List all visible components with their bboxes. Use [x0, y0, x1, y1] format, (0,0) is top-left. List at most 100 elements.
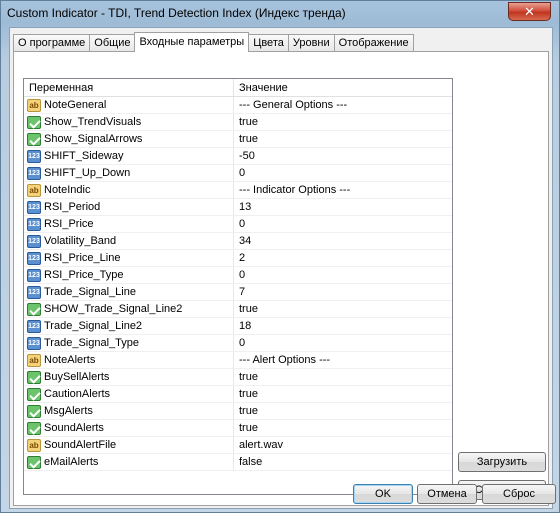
bool-icon — [27, 421, 41, 435]
value-cell[interactable]: 13 — [234, 199, 452, 215]
bool-icon — [27, 115, 41, 129]
close-button[interactable]: ✕ — [508, 2, 551, 21]
variable-name: SoundAlertFile — [44, 439, 117, 451]
value-cell[interactable]: 18 — [234, 318, 452, 334]
value-cell[interactable]: --- General Options --- — [234, 97, 452, 113]
variable-name: RSI_Price — [44, 218, 94, 230]
ok-button[interactable]: OK — [353, 484, 413, 504]
variable-name: Trade_Signal_Type — [44, 337, 139, 349]
value-cell[interactable]: true — [234, 131, 452, 147]
tab-levels[interactable]: Уровни — [287, 34, 335, 52]
table-row[interactable]: 123 Trade_Signal_Type 0 — [24, 335, 452, 352]
value-cell[interactable]: 0 — [234, 267, 452, 283]
variable-cell: 123 SHIFT_Up_Down — [24, 165, 234, 181]
bool-icon — [27, 370, 41, 384]
value-cell[interactable]: 7 — [234, 284, 452, 300]
variable-cell: CautionAlerts — [24, 386, 234, 402]
number-icon: 123 — [27, 251, 41, 265]
tab-about[interactable]: О программе — [13, 34, 91, 52]
table-row[interactable]: eMailAlerts false — [24, 454, 452, 471]
variable-name: NoteGeneral — [44, 99, 107, 111]
value-cell[interactable]: true — [234, 301, 452, 317]
variable-cell: SoundAlerts — [24, 420, 234, 436]
value-cell[interactable]: false — [234, 454, 452, 470]
number-icon: 123 — [27, 336, 41, 350]
variable-name: RSI_Price_Line — [44, 252, 121, 264]
variable-name: RSI_Period — [44, 201, 101, 213]
parameters-grid: Переменная Значение ab NoteGeneral --- Gen… — [23, 78, 453, 495]
variable-cell: 123 Volatility_Band — [24, 233, 234, 249]
value-cell[interactable]: -50 — [234, 148, 452, 164]
table-row[interactable]: MsgAlerts true — [24, 403, 452, 420]
table-row[interactable]: 123 RSI_Price_Type 0 — [24, 267, 452, 284]
tab-colors[interactable]: Цвета — [248, 34, 289, 52]
table-row[interactable]: Show_SignalArrows true — [24, 131, 452, 148]
number-icon: 123 — [27, 200, 41, 214]
title-bar: Custom Indicator - TDI, Trend Detection … — [1, 1, 560, 25]
table-row[interactable]: 123 RSI_Price 0 — [24, 216, 452, 233]
variable-name: RSI_Price_Type — [44, 269, 124, 281]
value-cell[interactable]: true — [234, 369, 452, 385]
table-row[interactable]: 123 RSI_Price_Line 2 — [24, 250, 452, 267]
variable-cell: 123 RSI_Period — [24, 199, 234, 215]
bool-icon — [27, 387, 41, 401]
inputs-panel: Переменная Значение ab NoteGeneral --- Gen… — [13, 51, 549, 506]
value-cell[interactable]: 0 — [234, 165, 452, 181]
tab-visualization[interactable]: Отображение — [333, 34, 414, 52]
table-row[interactable]: ab NoteAlerts --- Alert Options --- — [24, 352, 452, 369]
value-cell[interactable]: true — [234, 420, 452, 436]
table-row[interactable]: ab NoteIndic --- Indicator Options --- — [24, 182, 452, 199]
variable-name: NoteAlerts — [44, 354, 96, 366]
value-cell[interactable]: 0 — [234, 216, 452, 232]
value-cell[interactable]: 0 — [234, 335, 452, 351]
table-row[interactable]: ab NoteGeneral --- General Options --- — [24, 97, 452, 114]
variable-cell: ab NoteGeneral — [24, 97, 234, 113]
variable-name: Trade_Signal_Line — [44, 286, 136, 298]
value-cell[interactable]: 2 — [234, 250, 452, 266]
tab-inputs[interactable]: Входные параметры — [134, 32, 250, 52]
value-cell[interactable]: true — [234, 403, 452, 419]
table-row[interactable]: SoundAlerts true — [24, 420, 452, 437]
table-row[interactable]: 123 Trade_Signal_Line2 18 — [24, 318, 452, 335]
number-icon: 123 — [27, 217, 41, 231]
cancel-button[interactable]: Отмена — [417, 484, 477, 504]
column-header-value[interactable]: Значение — [234, 79, 452, 96]
tab-strip: О программе Общие Входные параметры Цвет… — [13, 32, 414, 52]
text-icon: ab — [27, 438, 41, 452]
number-icon: 123 — [27, 319, 41, 333]
table-row[interactable]: 123 SHIFT_Up_Down 0 — [24, 165, 452, 182]
variable-name: SHIFT_Sideway — [44, 150, 124, 162]
variable-name: SHOW_Trade_Signal_Line2 — [44, 303, 183, 315]
table-row[interactable]: 123 Volatility_Band 34 — [24, 233, 452, 250]
value-cell[interactable]: alert.wav — [234, 437, 452, 453]
variable-name: Show_SignalArrows — [44, 133, 143, 145]
table-row[interactable]: 123 SHIFT_Sideway -50 — [24, 148, 452, 165]
table-row[interactable]: 123 Trade_Signal_Line 7 — [24, 284, 452, 301]
bool-icon — [27, 302, 41, 316]
table-row[interactable]: SHOW_Trade_Signal_Line2 true — [24, 301, 452, 318]
value-cell[interactable]: --- Indicator Options --- — [234, 182, 452, 198]
value-cell[interactable]: --- Alert Options --- — [234, 352, 452, 368]
table-row[interactable]: CautionAlerts true — [24, 386, 452, 403]
load-button[interactable]: Загрузить — [458, 452, 546, 472]
table-row[interactable]: BuySellAlerts true — [24, 369, 452, 386]
table-row[interactable]: ab SoundAlertFile alert.wav — [24, 437, 452, 454]
text-icon: ab — [27, 353, 41, 367]
variable-name: SHIFT_Up_Down — [44, 167, 131, 179]
window-title: Custom Indicator - TDI, Trend Detection … — [7, 6, 346, 20]
value-cell[interactable]: true — [234, 386, 452, 402]
variable-cell: Show_TrendVisuals — [24, 114, 234, 130]
bool-icon — [27, 132, 41, 146]
number-icon: 123 — [27, 285, 41, 299]
table-row[interactable]: Show_TrendVisuals true — [24, 114, 452, 131]
tab-common[interactable]: Общие — [89, 34, 136, 52]
variable-cell: eMailAlerts — [24, 454, 234, 470]
close-icon: ✕ — [524, 4, 535, 19]
value-cell[interactable]: true — [234, 114, 452, 130]
column-header-variable[interactable]: Переменная — [24, 79, 234, 96]
value-cell[interactable]: 34 — [234, 233, 452, 249]
variable-cell: ab NoteAlerts — [24, 352, 234, 368]
table-row[interactable]: 123 RSI_Period 13 — [24, 199, 452, 216]
reset-button[interactable]: Сброс — [482, 484, 556, 504]
number-icon: 123 — [27, 166, 41, 180]
